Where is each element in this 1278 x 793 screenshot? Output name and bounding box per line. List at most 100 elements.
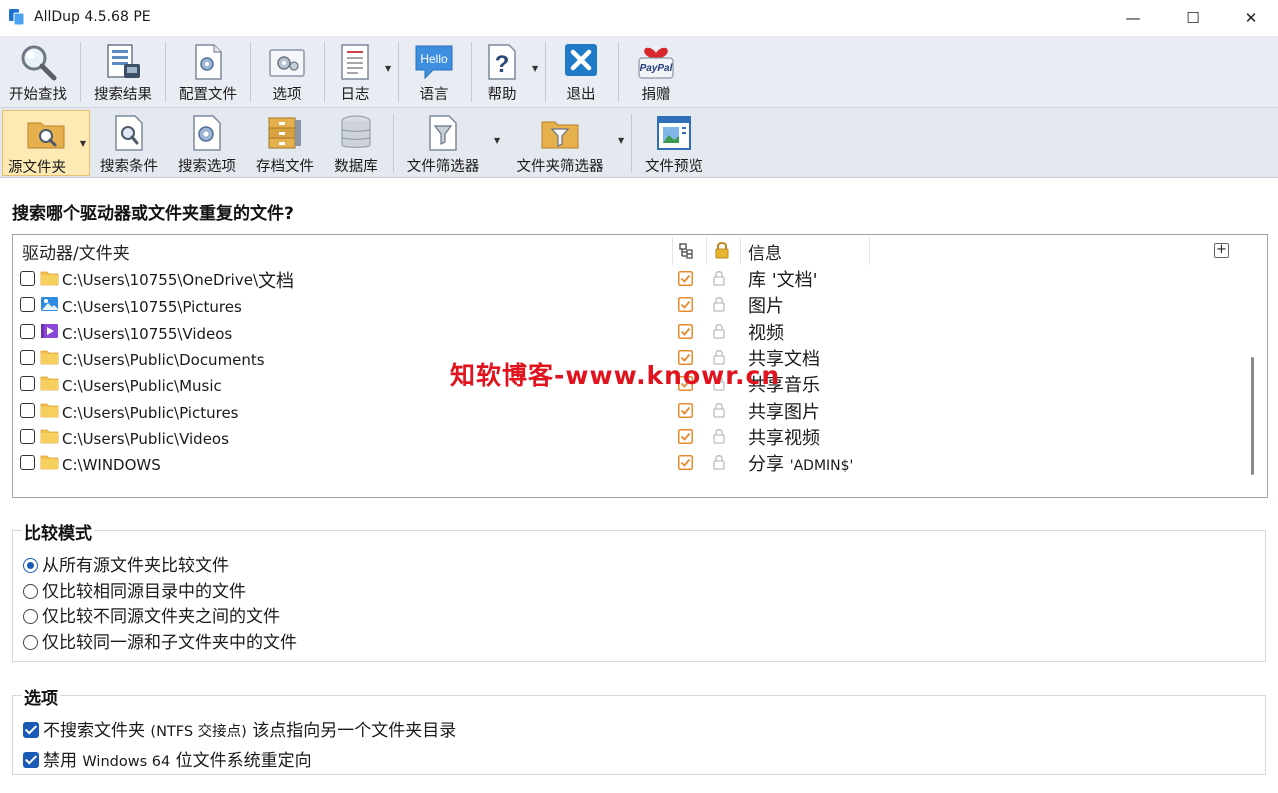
tab-database-label: 数据库 bbox=[334, 159, 378, 175]
donate-button[interactable]: PayPal 捐赠 bbox=[621, 36, 691, 107]
subfolder-checkbox[interactable] bbox=[678, 428, 693, 444]
subfolder-checkbox[interactable] bbox=[678, 402, 693, 418]
folder-path: C:\Users\Public\Pictures bbox=[62, 402, 238, 423]
tab-archive[interactable]: 存档文件 bbox=[248, 108, 322, 177]
folder-path-suffix: 文档 bbox=[258, 271, 294, 292]
tab-file-preview-label: 文件预览 bbox=[645, 159, 703, 175]
add-column-button[interactable]: + bbox=[1214, 243, 1229, 258]
row-checkbox[interactable] bbox=[20, 323, 35, 339]
tab-database[interactable]: 数据库 bbox=[326, 108, 386, 177]
folder-info: 共享视频 bbox=[748, 424, 820, 450]
start-search-label: 开始查找 bbox=[9, 87, 67, 103]
option-text-small: (NTFS 交接点) bbox=[150, 724, 247, 740]
compare-mode-option-same-source[interactable]: 仅比较相同源目录中的文件 bbox=[23, 577, 246, 602]
search-results-icon bbox=[107, 44, 140, 78]
options-button[interactable]: 选项 bbox=[253, 36, 321, 107]
list-item[interactable]: C:\Users\Public\Pictures 共享图片 bbox=[13, 398, 1253, 424]
list-item[interactable]: C:\Users\10755\Pictures 图片 bbox=[13, 292, 1253, 318]
row-checkbox[interactable] bbox=[20, 271, 35, 286]
minimize-button[interactable]: — bbox=[1104, 0, 1162, 36]
help-button[interactable]: ? 帮助 bbox=[474, 36, 530, 107]
file-filter-dropdown-arrow-icon[interactable]: ▼ bbox=[494, 136, 500, 145]
list-item[interactable]: C:\Users\10755\Videos 视频 bbox=[13, 319, 1253, 345]
radio-button[interactable] bbox=[23, 584, 38, 599]
title-bar: AllDup 4.5.68 PE — ☐ ✕ bbox=[0, 0, 1278, 36]
radio-button-selected[interactable] bbox=[23, 558, 38, 573]
option-disable-redirection[interactable]: 禁用 Windows 64 位文件系统重定向 bbox=[23, 746, 312, 771]
options-label: 选项 bbox=[272, 87, 302, 103]
folder-info-suffix: 'ADMIN$' bbox=[789, 458, 854, 475]
folder-info: 共享图片 bbox=[748, 398, 820, 424]
list-item[interactable]: C:\Users\10755\OneDrive\文档 库 '文档' bbox=[13, 266, 1253, 292]
search-results-button[interactable]: 搜索结果 bbox=[84, 36, 162, 107]
column-info[interactable]: 信息 bbox=[748, 239, 782, 264]
log-dropdown-arrow-icon[interactable]: ▼ bbox=[385, 64, 391, 73]
column-drive-folder[interactable]: 驱动器/文件夹 bbox=[22, 239, 130, 264]
row-checkbox[interactable] bbox=[20, 297, 35, 313]
row-checkbox[interactable] bbox=[20, 402, 35, 418]
maximize-button[interactable]: ☐ bbox=[1164, 0, 1222, 36]
donate-label: 捐赠 bbox=[641, 87, 671, 103]
folder-info: 图片 bbox=[748, 292, 784, 318]
close-button[interactable]: ✕ bbox=[1222, 0, 1278, 36]
folder-path-text: C:\Users\Public\Videos bbox=[62, 429, 229, 448]
radio-button[interactable] bbox=[23, 635, 38, 650]
subfolder-checkbox[interactable] bbox=[678, 271, 693, 286]
lock-icon[interactable] bbox=[712, 322, 726, 340]
config-file-icon bbox=[195, 44, 222, 80]
source-folder-dropdown-arrow-icon[interactable]: ▼ bbox=[80, 139, 86, 148]
compare-mode-option-same-and-sub[interactable]: 仅比较同一源和子文件夹中的文件 bbox=[23, 628, 297, 653]
options-title: 选项 bbox=[22, 684, 60, 709]
folder-info-text: 共享视频 bbox=[748, 427, 820, 449]
lock-icon[interactable] bbox=[712, 453, 726, 471]
lock-icon[interactable] bbox=[712, 269, 726, 287]
row-checkbox[interactable] bbox=[20, 455, 35, 471]
lock-icon[interactable] bbox=[712, 295, 726, 313]
checkbox-checked[interactable] bbox=[23, 752, 39, 768]
checkbox-checked[interactable] bbox=[23, 722, 39, 738]
exit-button[interactable]: 退出 bbox=[548, 36, 614, 107]
option-skip-junctions[interactable]: 不搜索文件夹 (NTFS 交接点) 该点指向另一个文件夹目录 bbox=[23, 716, 456, 741]
folder-filter-dropdown-arrow-icon[interactable]: ▼ bbox=[618, 136, 624, 145]
tab-folder-filter[interactable]: 文件夹筛选器 bbox=[508, 108, 612, 177]
row-checkbox[interactable] bbox=[20, 376, 35, 392]
language-button[interactable]: Hello 语言 bbox=[401, 36, 467, 107]
vertical-scrollbar[interactable] bbox=[1251, 357, 1254, 475]
options-icon bbox=[269, 49, 305, 77]
subfolder-checkbox[interactable] bbox=[678, 455, 693, 471]
subfolder-column-icon[interactable] bbox=[679, 243, 693, 259]
radio-button[interactable] bbox=[23, 609, 38, 624]
subfolder-checkbox[interactable] bbox=[678, 323, 693, 339]
main-toolbar: 开始查找 搜索结果 配置文件 选项 日志 ▼ Hello 语言 ? 帮助 ▼ 退… bbox=[0, 36, 1278, 108]
compare-mode-option-between-sources[interactable]: 仅比较不同源文件夹之间的文件 bbox=[23, 602, 280, 627]
window-title: AllDup 4.5.68 PE bbox=[34, 9, 151, 25]
folder-info: 库 '文档' bbox=[748, 266, 818, 292]
tab-file-filter[interactable]: 文件筛选器 bbox=[397, 108, 489, 177]
tab-search-options[interactable]: 搜索选项 bbox=[170, 108, 244, 177]
tab-search-criteria[interactable]: 搜索条件 bbox=[94, 108, 164, 177]
row-checkbox[interactable] bbox=[20, 349, 35, 365]
list-header: 驱动器/文件夹 信息 + bbox=[13, 235, 1267, 265]
row-checkbox[interactable] bbox=[20, 428, 35, 444]
lock-icon[interactable] bbox=[712, 427, 726, 445]
list-item[interactable]: C:\Users\Public\Videos 共享视频 bbox=[13, 424, 1253, 450]
donate-icon-text: PayPal bbox=[640, 63, 673, 74]
subfolder-checkbox[interactable] bbox=[678, 297, 693, 313]
tab-file-preview[interactable]: 文件预览 bbox=[636, 108, 712, 177]
list-item[interactable]: C:\WINDOWS 分享 'ADMIN$' bbox=[13, 450, 1253, 476]
config-file-button[interactable]: 配置文件 bbox=[168, 36, 248, 107]
lock-column-icon[interactable] bbox=[715, 241, 729, 259]
folder-path: C:\Users\Public\Documents bbox=[62, 349, 265, 370]
videos-folder-icon bbox=[40, 323, 59, 339]
exit-label: 退出 bbox=[566, 87, 596, 103]
folder-info-text: 分享 bbox=[748, 454, 784, 476]
log-label: 日志 bbox=[340, 87, 370, 103]
help-dropdown-arrow-icon[interactable]: ▼ bbox=[532, 64, 538, 73]
tab-archive-label: 存档文件 bbox=[256, 159, 314, 175]
start-search-button[interactable]: 开始查找 bbox=[0, 36, 76, 107]
lock-icon[interactable] bbox=[712, 401, 726, 419]
log-button[interactable]: 日志 bbox=[327, 36, 383, 107]
compare-mode-option-all[interactable]: 从所有源文件夹比较文件 bbox=[23, 551, 229, 576]
tab-source-folder[interactable]: 源文件夹 ▼ bbox=[2, 110, 90, 176]
page-title: 搜索哪个驱动器或文件夹重复的文件? bbox=[12, 204, 294, 224]
